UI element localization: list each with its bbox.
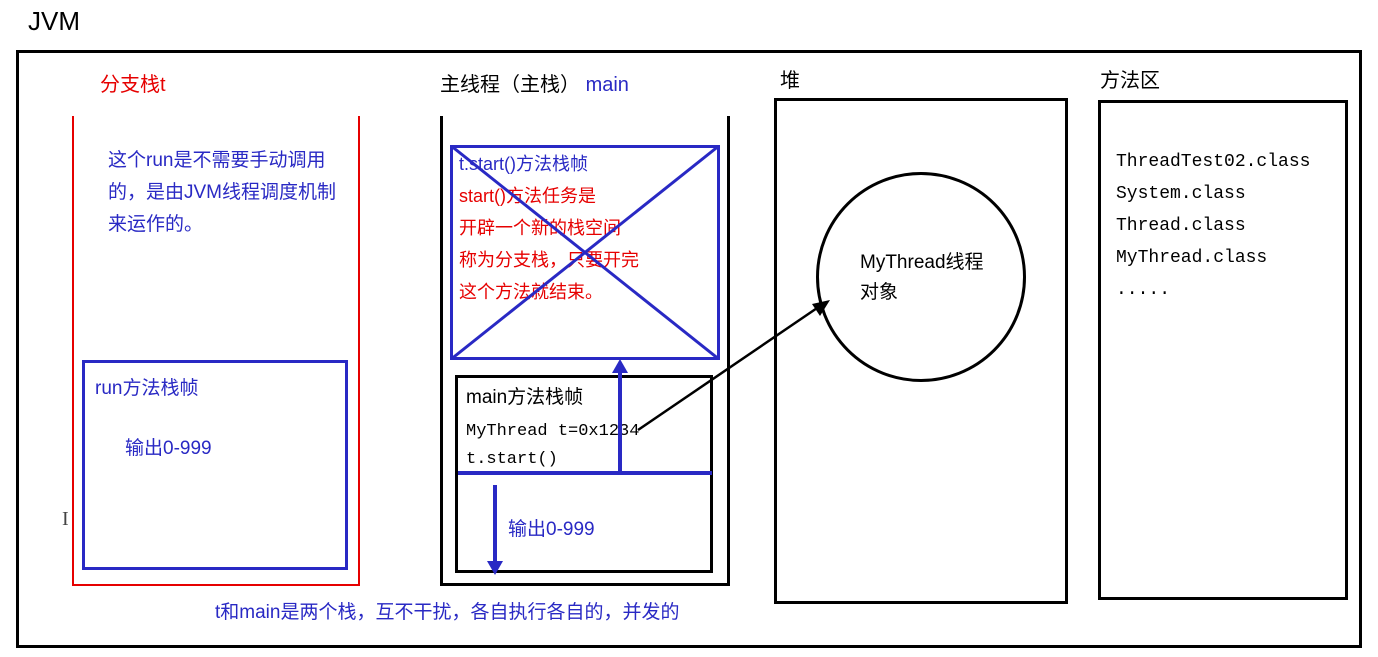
heap-object-line1: MyThread线程: [860, 248, 984, 278]
method-class-0: ThreadTest02.class: [1116, 146, 1310, 178]
branch-stack-note: 这个run是不需要手动调用的，是由JVM线程调度机制来运作的。: [108, 145, 338, 241]
method-class-4: .....: [1116, 274, 1310, 306]
branch-stack-title: 分支栈t: [100, 68, 166, 97]
run-frame-title: run方法栈帧: [95, 373, 198, 400]
diagram-canvas: JVM 分支栈t 主线程（主栈） main 堆 方法区 这个run是不需要手动调…: [0, 0, 1378, 657]
text-cursor-icon: I: [62, 508, 69, 531]
main-stack-title-black: 主线程（主栈）: [440, 74, 580, 96]
method-class-2: Thread.class: [1116, 210, 1310, 242]
jvm-title: JVM: [28, 6, 80, 37]
main-stack-title-blue: main: [586, 74, 629, 96]
start-frame-line3: 开辟一个新的栈空间: [453, 212, 717, 244]
heap-object-line2: 对象: [860, 278, 984, 308]
method-class-1: System.class: [1116, 178, 1310, 210]
bottom-note: t和main是两个栈，互不干扰，各自执行各自的，并发的: [215, 597, 679, 624]
run-frame-output: 输出0-999: [125, 433, 212, 460]
heap-object-label: MyThread线程 对象: [860, 248, 984, 308]
heap-title: 堆: [780, 64, 800, 93]
main-stack-title: 主线程（主栈） main: [440, 68, 629, 97]
run-stack-frame: run方法栈帧 输出0-999: [82, 360, 348, 570]
start-frame-line2: start()方法任务是: [453, 180, 717, 212]
pointer-arrow: [628, 290, 848, 450]
method-area-title: 方法区: [1100, 64, 1160, 93]
method-class-3: MyThread.class: [1116, 242, 1310, 274]
start-frame-line1: t.start()方法栈帧: [453, 148, 717, 180]
method-area-class-list: ThreadTest02.class System.class Thread.c…: [1116, 146, 1310, 306]
start-frame-line4: 称为分支栈，只要开完: [453, 244, 717, 276]
